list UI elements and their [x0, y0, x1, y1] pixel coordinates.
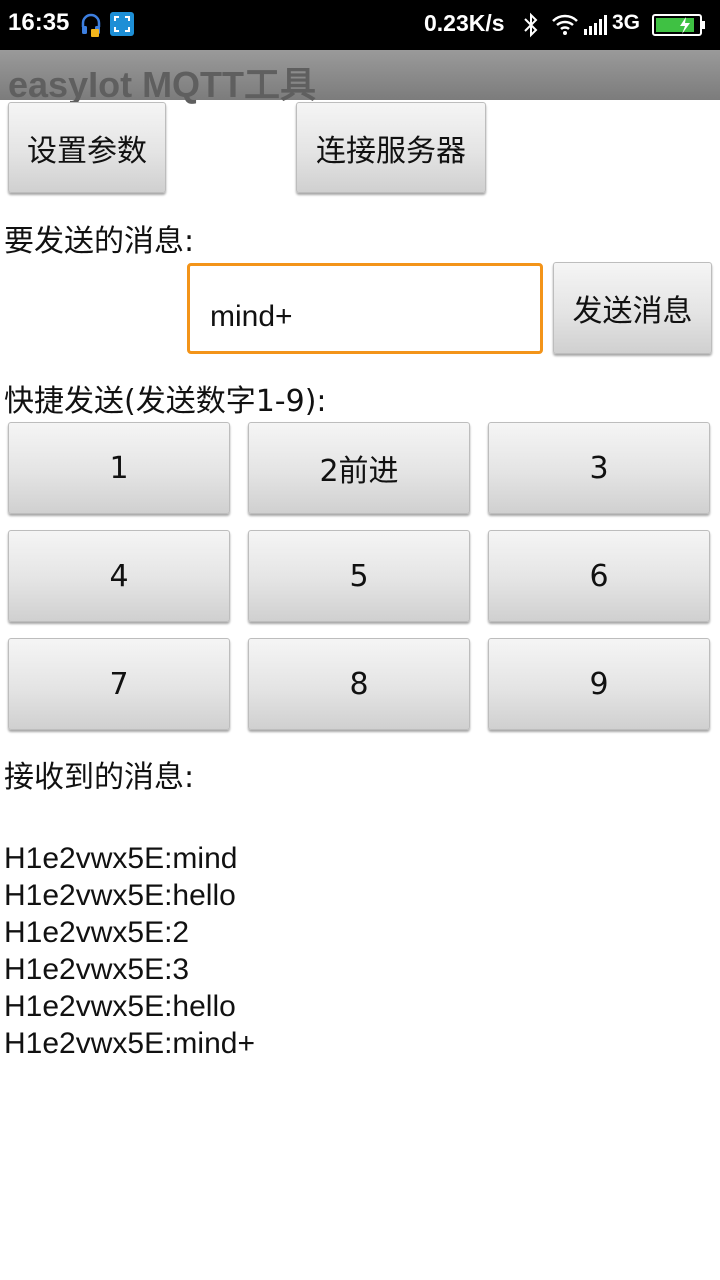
- status-bar: 16:35 0.23K/s 3G: [0, 0, 720, 50]
- quick-button-1[interactable]: 1: [8, 422, 230, 514]
- quick-button-5[interactable]: 5: [248, 530, 470, 622]
- received-message: H1e2vwx5E:hello: [4, 990, 236, 1023]
- headset-icon: [81, 13, 101, 37]
- message-input[interactable]: [187, 263, 543, 354]
- signal-icon: [584, 15, 607, 35]
- quick-button-2[interactable]: 2前进: [248, 422, 470, 514]
- received-message: H1e2vwx5E:hello: [4, 879, 236, 912]
- app-title-bar: easyIot MQTT工具: [0, 50, 720, 105]
- wifi-icon: [552, 14, 578, 35]
- quick-button-7[interactable]: 7: [8, 638, 230, 730]
- connect-server-button[interactable]: 连接服务器: [296, 102, 486, 193]
- quick-button-3[interactable]: 3: [488, 422, 710, 514]
- received-messages-label: 接收到的消息:: [4, 760, 195, 795]
- quick-button-4[interactable]: 4: [8, 530, 230, 622]
- received-message: H1e2vwx5E:mind+: [4, 1027, 255, 1060]
- quick-button-8[interactable]: 8: [248, 638, 470, 730]
- status-time: 16:35: [8, 9, 70, 36]
- received-message: H1e2vwx5E:mind: [4, 842, 238, 875]
- quick-button-9[interactable]: 9: [488, 638, 710, 730]
- bluetooth-icon: [524, 12, 538, 38]
- network-type: 3G: [612, 11, 641, 34]
- send-message-label: 要发送的消息:: [4, 224, 195, 259]
- quick-send-label: 快捷发送(发送数字1-9):: [4, 384, 327, 419]
- quick-button-6[interactable]: 6: [488, 530, 710, 622]
- received-messages-list: H1e2vwx5E:mind H1e2vwx5E:hello H1e2vwx5E…: [4, 840, 704, 1062]
- received-message: H1e2vwx5E:3: [4, 953, 190, 986]
- settings-button[interactable]: 设置参数: [8, 102, 166, 193]
- send-message-button[interactable]: 发送消息: [553, 262, 712, 354]
- battery-charging-icon: [652, 14, 705, 36]
- net-speed: 0.23K/s: [424, 10, 505, 36]
- app-title: easyIot MQTT工具: [8, 64, 317, 105]
- screenshot-icon: [110, 12, 134, 36]
- received-message: H1e2vwx5E:2: [4, 916, 190, 949]
